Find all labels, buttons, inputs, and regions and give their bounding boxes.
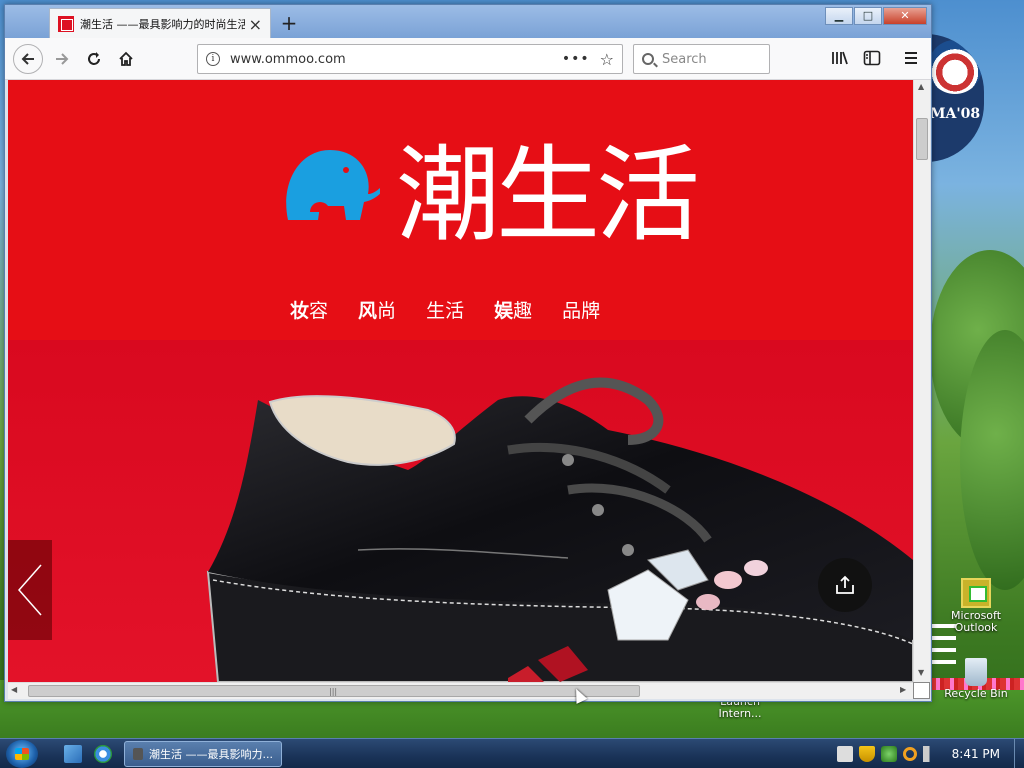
nav-item-makeup[interactable]: 妆容 — [290, 296, 328, 323]
recycle-bin-icon — [965, 658, 987, 686]
chevron-left-icon — [18, 564, 42, 616]
bookmark-star-icon[interactable]: ☆ — [600, 50, 614, 69]
sidebar-icon[interactable] — [863, 50, 881, 70]
search-box[interactable]: Search — [633, 44, 770, 74]
volume-icon[interactable] — [922, 746, 939, 762]
taskbar-item-browser[interactable]: 潮生活 ——最具影响力... — [124, 741, 282, 767]
minimize-button[interactable]: ▁ — [825, 7, 853, 25]
page-viewport: 潮生活 妆容 风尚 生活 娱趣 品牌 — [8, 80, 913, 682]
arrow-left-icon — [21, 53, 34, 65]
address-bar[interactable]: i www.ommoo.com ••• ☆ — [197, 44, 623, 74]
nav-item-brand[interactable]: 品牌 — [562, 296, 600, 323]
scroll-down-icon[interactable]: ▼ — [918, 668, 924, 677]
vertical-scrollbar[interactable]: ▲ ▼ — [913, 80, 930, 682]
reload-icon — [88, 52, 100, 65]
new-tab-button[interactable]: + — [277, 9, 301, 37]
hamburger-menu-icon[interactable] — [903, 50, 919, 69]
library-icon[interactable] — [831, 50, 849, 70]
share-icon — [836, 575, 854, 594]
campaign-badge: MA'08 — [926, 34, 984, 162]
desktop-icon-label: Recycle Bin — [944, 687, 1008, 700]
scroll-left-icon[interactable]: ◀ — [11, 685, 17, 694]
shield-icon[interactable] — [858, 746, 875, 762]
horizontal-scrollbar[interactable]: ◀ ||| ▶ — [8, 682, 913, 699]
navigation-toolbar: i www.ommoo.com ••• ☆ Search — [5, 38, 931, 80]
scroll-up-icon[interactable]: ▲ — [918, 82, 924, 91]
start-button[interactable] — [6, 740, 38, 768]
url-text[interactable]: www.ommoo.com — [230, 52, 562, 67]
close-window-button[interactable]: ✕ — [883, 7, 927, 25]
slider-prev-button[interactable] — [8, 540, 52, 640]
back-button[interactable] — [13, 44, 43, 74]
site-brand-logo[interactable]: 潮生活 — [396, 110, 700, 261]
hero-slider[interactable] — [8, 340, 913, 682]
browser-window: 潮生活 ——最具影响力的时尚生活 × + ▁ □ ✕ i www.ommoo.c… — [4, 4, 932, 702]
media-player-quick-icon[interactable] — [94, 745, 112, 763]
browser-task-icon — [133, 748, 143, 760]
show-desktop-quick-icon[interactable] — [64, 745, 82, 763]
desktop-icon-label: Microsoft Outlook — [950, 609, 1002, 634]
shoe-image — [206, 377, 913, 682]
wallpaper-text: MA'08 — [930, 106, 981, 122]
reload-button[interactable] — [81, 46, 107, 72]
keyboard-icon[interactable] — [836, 746, 853, 762]
elephant-logo-icon — [286, 150, 380, 220]
site-header: 潮生活 妆容 风尚 生活 娱趣 品牌 — [8, 80, 913, 338]
favicon-icon — [58, 16, 74, 32]
tab-close-icon[interactable]: × — [249, 15, 262, 34]
search-placeholder[interactable]: Search — [662, 52, 707, 67]
desktop-icon-recycle-bin[interactable]: Recycle Bin — [936, 658, 1016, 700]
search-tray-icon[interactable] — [902, 747, 917, 761]
maximize-button[interactable]: □ — [854, 7, 882, 25]
show-desktop-button[interactable] — [1014, 739, 1024, 768]
tab-title: 潮生活 ——最具影响力的时尚生活 — [80, 18, 245, 31]
search-icon — [642, 53, 654, 65]
scroll-corner — [913, 682, 930, 699]
page-actions-icon[interactable]: ••• — [562, 51, 590, 67]
home-button[interactable] — [113, 46, 139, 72]
nav-item-life[interactable]: 生活 — [426, 296, 464, 323]
forward-button[interactable] — [49, 46, 75, 72]
share-button[interactable] — [818, 558, 872, 612]
network-icon[interactable] — [880, 746, 897, 762]
grip-icon: ||| — [329, 687, 338, 696]
nav-item-fun[interactable]: 娱趣 — [494, 296, 532, 323]
system-tray: 8:41 PM — [834, 739, 1024, 768]
info-icon[interactable]: i — [206, 52, 220, 66]
arrow-right-icon — [56, 53, 69, 65]
outlook-icon — [961, 578, 991, 608]
clock[interactable]: 8:41 PM — [952, 747, 1000, 761]
taskbar: 潮生活 ——最具影响力... 8:41 PM — [0, 738, 1024, 768]
browser-tab[interactable]: 潮生活 ——最具影响力的时尚生活 × — [49, 8, 271, 39]
window-controls: ▁ □ ✕ — [824, 7, 927, 25]
windows-logo-icon — [15, 748, 29, 760]
vertical-scroll-thumb[interactable] — [916, 118, 928, 160]
nav-item-fashion[interactable]: 风尚 — [358, 296, 396, 323]
scroll-right-icon[interactable]: ▶ — [900, 685, 906, 694]
horizontal-scroll-thumb[interactable]: ||| — [28, 685, 640, 697]
title-bar: 潮生活 ——最具影响力的时尚生活 × + ▁ □ ✕ — [5, 5, 931, 39]
campaign-logo — [928, 40, 982, 94]
site-nav: 妆容 风尚 生活 娱趣 品牌 — [290, 296, 600, 323]
taskbar-item-label: 潮生活 ——最具影响力... — [149, 748, 273, 761]
desktop-icon-outlook[interactable]: Microsoft Outlook — [936, 578, 1016, 634]
home-icon — [119, 51, 133, 66]
